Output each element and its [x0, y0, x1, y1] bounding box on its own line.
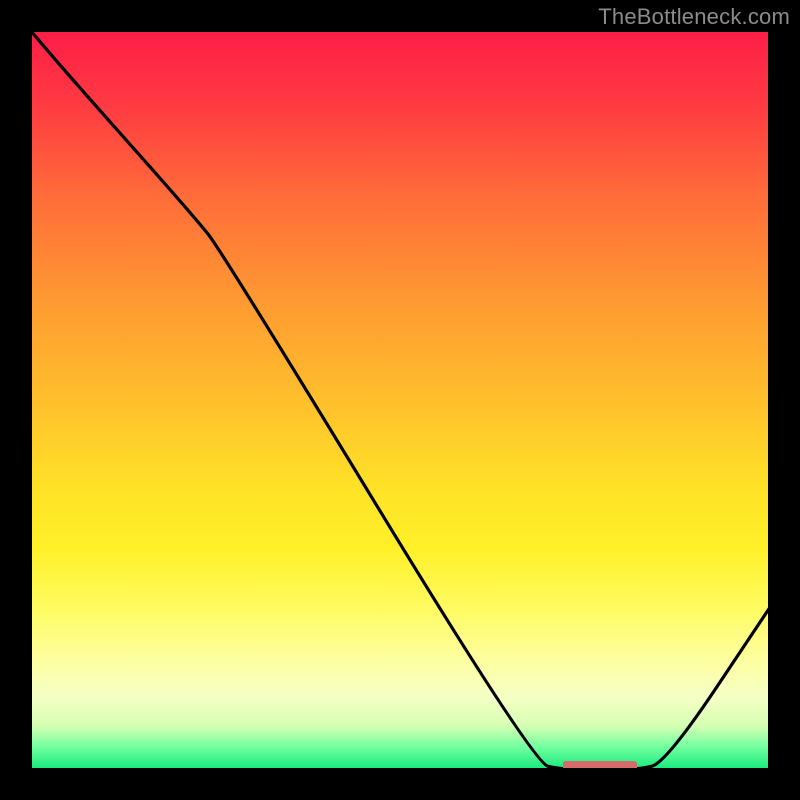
optimal-range-marker — [563, 761, 637, 770]
bottleneck-curve — [30, 30, 770, 770]
plot-area — [30, 30, 770, 770]
chart-stage: TheBottleneck.com — [0, 0, 800, 800]
attribution-label: TheBottleneck.com — [598, 4, 790, 30]
